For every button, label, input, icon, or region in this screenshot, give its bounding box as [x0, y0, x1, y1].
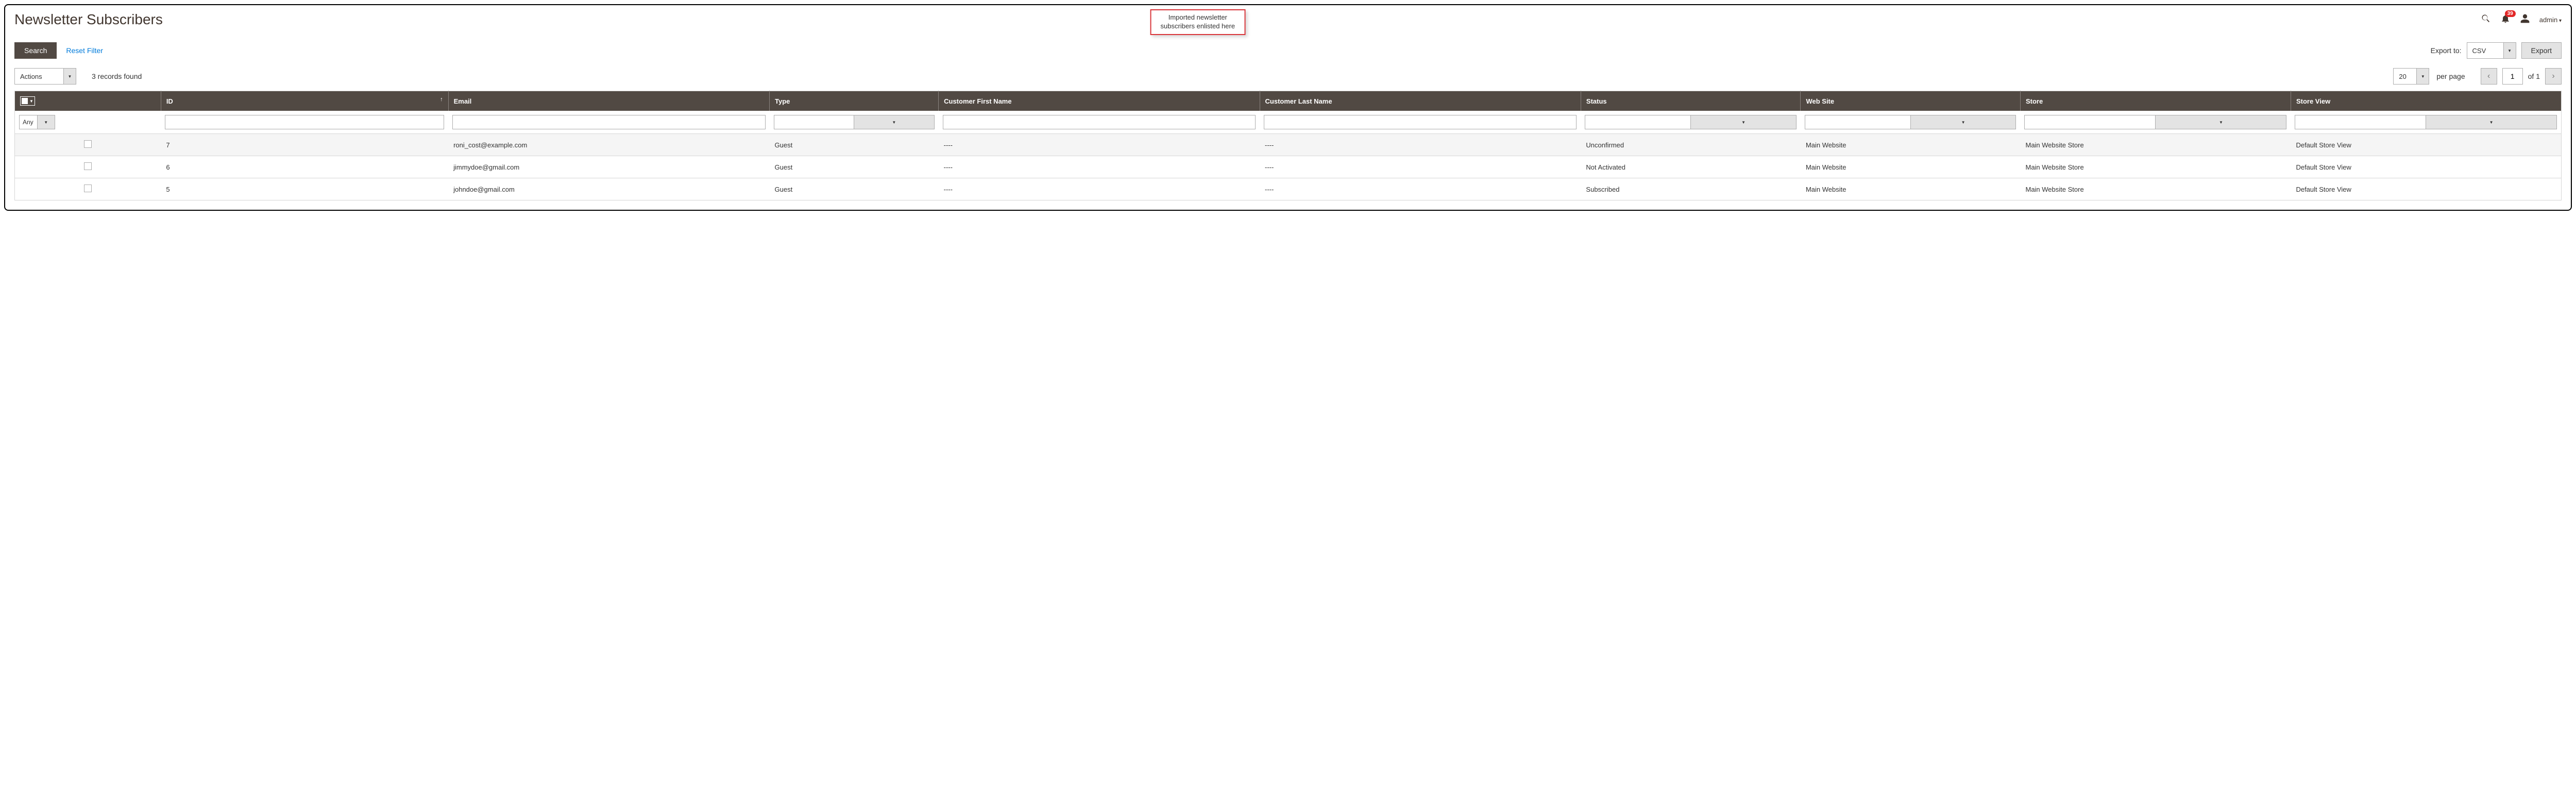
col-header-status[interactable]: Status	[1581, 91, 1801, 111]
cell-store-view: Default Store View	[2291, 134, 2561, 156]
col-header-store[interactable]: Store	[2020, 91, 2291, 111]
cell-id: 5	[161, 178, 448, 200]
filter-type-select[interactable]	[774, 115, 935, 129]
cell-type: Guest	[770, 134, 939, 156]
search-icon[interactable]	[2481, 13, 2491, 26]
per-page-select[interactable]: 20	[2393, 68, 2429, 85]
filter-status-select[interactable]	[1585, 115, 1797, 129]
filter-row: Any	[15, 111, 2562, 134]
search-button[interactable]: Search	[14, 42, 57, 59]
cell-id: 6	[161, 156, 448, 178]
toolbar-right: Export to: CSV Export	[2431, 42, 2562, 59]
chevron-down-icon	[854, 115, 934, 129]
header-row: Newsletter Subscribers 39 admin	[14, 11, 2562, 28]
cell-status: Unconfirmed	[1581, 134, 1801, 156]
chevron-down-icon	[1690, 115, 1796, 129]
table-row[interactable]: 6 jimmydoe@gmail.com Guest ---- ---- Not…	[15, 156, 2562, 178]
admin-menu[interactable]: admin	[2539, 16, 2562, 24]
chevron-down-icon	[37, 115, 55, 129]
row-checkbox[interactable]	[84, 140, 92, 148]
export-format-select[interactable]: CSV	[2467, 42, 2516, 59]
row-checkbox[interactable]	[84, 162, 92, 170]
page-title: Newsletter Subscribers	[14, 11, 163, 28]
filter-store-select[interactable]	[2024, 115, 2286, 129]
chevron-down-icon	[2416, 69, 2429, 84]
per-page-label: per page	[2436, 72, 2465, 80]
cell-website: Main Website	[1801, 178, 2021, 200]
col-header-store-view[interactable]: Store View	[2291, 91, 2561, 111]
user-icon[interactable]	[2520, 13, 2530, 26]
cell-store: Main Website Store	[2020, 156, 2291, 178]
cell-website: Main Website	[1801, 134, 2021, 156]
actions-select[interactable]: Actions	[14, 68, 76, 85]
chevron-down-icon	[63, 69, 76, 84]
notification-badge: 39	[2505, 10, 2516, 17]
toolbar-left: Search Reset Filter	[14, 42, 103, 59]
chevron-down-icon	[2155, 115, 2286, 129]
grid-controls: Actions 3 records found 20 per page ‹ of…	[14, 68, 2562, 85]
table-row[interactable]: 5 johndoe@gmail.com Guest ---- ---- Subs…	[15, 178, 2562, 200]
cell-status: Not Activated	[1581, 156, 1801, 178]
cell-store: Main Website Store	[2020, 134, 2291, 156]
cell-email: johndoe@gmail.com	[448, 178, 769, 200]
next-page-button[interactable]: ›	[2545, 68, 2562, 85]
cell-store-view: Default Store View	[2291, 178, 2561, 200]
callout-line-2: subscribers enlisted here	[1161, 22, 1235, 31]
filter-checkbox-any[interactable]: Any	[19, 115, 55, 129]
notifications-icon[interactable]: 39	[2500, 13, 2511, 26]
per-page-value: 20	[2399, 73, 2411, 80]
filter-store-view-select[interactable]	[2295, 115, 2557, 129]
cell-last-name: ----	[1260, 134, 1581, 156]
top-right-actions: 39 admin	[2481, 13, 2562, 26]
callout-box: Imported newsletter subscribers enlisted…	[1150, 9, 1246, 35]
filter-first-name-input[interactable]	[943, 115, 1256, 129]
cell-first-name: ----	[939, 178, 1260, 200]
toolbar: Search Reset Filter Export to: CSV Expor…	[14, 42, 2562, 59]
callout-line-1: Imported newsletter	[1161, 13, 1235, 22]
col-header-website[interactable]: Web Site	[1801, 91, 2021, 111]
page-input[interactable]	[2502, 68, 2523, 85]
cell-first-name: ----	[939, 156, 1260, 178]
col-header-first-name[interactable]: Customer First Name	[939, 91, 1260, 111]
cell-first-name: ----	[939, 134, 1260, 156]
cell-id: 7	[161, 134, 448, 156]
reset-filter-link[interactable]: Reset Filter	[66, 46, 103, 55]
chevron-down-icon	[2426, 115, 2556, 129]
prev-page-button[interactable]: ‹	[2481, 68, 2497, 85]
filter-email-input[interactable]	[452, 115, 765, 129]
cell-store: Main Website Store	[2020, 178, 2291, 200]
actions-select-value: Actions	[20, 73, 58, 80]
col-header-id[interactable]: ID ↑	[161, 91, 448, 111]
col-header-last-name[interactable]: Customer Last Name	[1260, 91, 1581, 111]
export-format-value: CSV	[2472, 47, 2498, 55]
cell-status: Subscribed	[1581, 178, 1801, 200]
subscribers-table: ▼ ID ↑ Email Type Customer First Name Cu…	[14, 91, 2562, 200]
export-button[interactable]: Export	[2521, 42, 2562, 59]
col-header-checkbox[interactable]: ▼	[15, 91, 161, 111]
grid-controls-left: Actions 3 records found	[14, 68, 142, 85]
cell-email: jimmydoe@gmail.com	[448, 156, 769, 178]
filter-last-name-input[interactable]	[1264, 115, 1577, 129]
col-header-email[interactable]: Email	[448, 91, 769, 111]
cell-type: Guest	[770, 156, 939, 178]
page-frame: Imported newsletter subscribers enlisted…	[4, 4, 2572, 211]
table-row[interactable]: 7 roni_cost@example.com Guest ---- ---- …	[15, 134, 2562, 156]
chevron-down-icon	[1910, 115, 2016, 129]
cell-website: Main Website	[1801, 156, 2021, 178]
chevron-down-icon	[2503, 43, 2516, 58]
filter-id-input[interactable]	[165, 115, 444, 129]
cell-last-name: ----	[1260, 156, 1581, 178]
of-pages-label: of 1	[2528, 72, 2540, 80]
cell-last-name: ----	[1260, 178, 1581, 200]
row-checkbox[interactable]	[84, 185, 92, 192]
export-to-label: Export to:	[2431, 46, 2462, 55]
sort-asc-icon: ↑	[440, 96, 443, 103]
filter-website-select[interactable]	[1805, 115, 2016, 129]
records-found-label: 3 records found	[92, 72, 142, 80]
col-header-type[interactable]: Type	[770, 91, 939, 111]
grid-controls-right: 20 per page ‹ of 1 ›	[2393, 68, 2562, 85]
cell-store-view: Default Store View	[2291, 156, 2561, 178]
cell-type: Guest	[770, 178, 939, 200]
cell-email: roni_cost@example.com	[448, 134, 769, 156]
